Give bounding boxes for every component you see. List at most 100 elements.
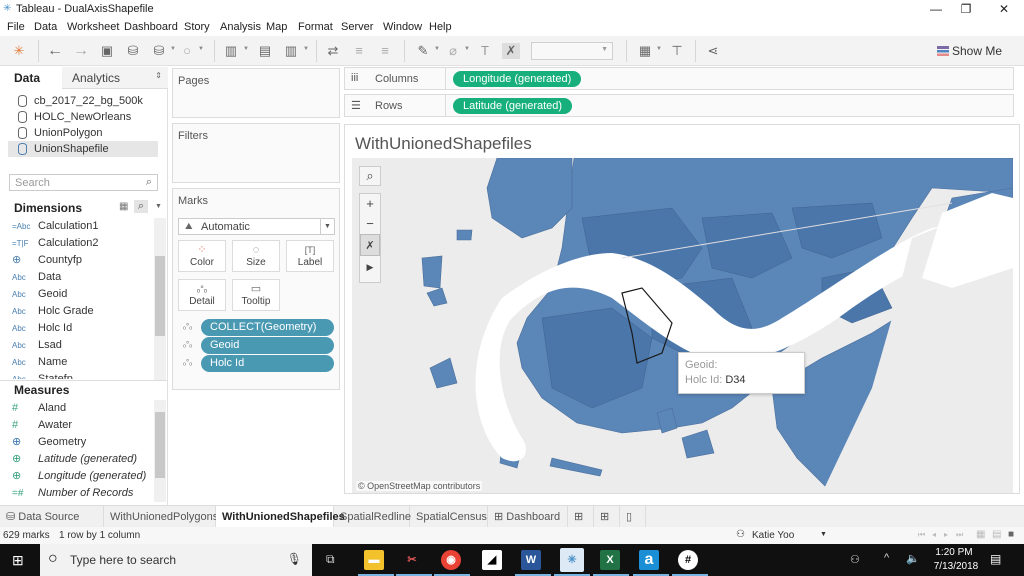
last-page-icon[interactable]: ⏭ [956,530,963,540]
chrome-icon[interactable]: ◉ [441,550,461,570]
unpin-map-button[interactable]: ✗ [360,234,380,256]
duplicate-sheet-icon[interactable]: ▤ [256,43,274,59]
pause-updates-icon[interactable]: ⛁ [150,43,168,59]
field-item[interactable]: Abc Name [0,354,154,371]
first-page-icon[interactable]: ⏮ [918,530,925,540]
redo-icon[interactable]: → [72,43,90,59]
menu-analysis[interactable]: Analysis [220,21,261,33]
datasource-item[interactable]: cb_2017_22_bg_500k [8,93,158,109]
mark-pill-row[interactable]: ₒ°ₒ Geoid [183,337,335,354]
label-button[interactable]: [T] Label [286,240,334,272]
size-button[interactable]: ◌ Size [232,240,280,272]
next-page-icon[interactable]: ▸ [944,530,948,539]
field-item[interactable]: Abc Holc Id [0,320,154,337]
refresh-icon[interactable]: ○ [178,43,196,59]
field-item[interactable]: # Aland [0,400,154,417]
tab-spatialcensus[interactable]: SpatialCensus [410,506,488,528]
grid-view-icon[interactable]: ▦ [119,201,128,212]
color-button[interactable]: ⁘ Color [178,240,226,272]
menu-dashboard[interactable]: Dashboard [124,21,178,33]
tooltip-button[interactable]: ▭ Tooltip [232,279,280,311]
menu-window[interactable]: Window [383,21,422,33]
columns-shelf[interactable]: iii Columns Longitude (generated) [344,67,1014,90]
pane-menu-icon[interactable]: ▼ [155,203,162,210]
tab-dashboard-1[interactable]: ⊞ Dashboard 1 [488,506,568,545]
map-canvas[interactable] [352,158,1013,493]
latitude-pill[interactable]: Latitude (generated) [453,98,573,114]
field-item[interactable]: Abc Data [0,269,154,286]
new-story-tab-icon[interactable]: ▯ [620,506,646,528]
tableau-home-icon[interactable]: ✳ [10,43,28,59]
clear-sheet-icon[interactable]: ▥ [282,43,300,59]
file-explorer-icon[interactable]: ▬ [364,550,384,570]
highlight-icon[interactable]: ✎ [414,43,432,59]
field-item[interactable]: ⊕ Latitude (generated) [0,451,154,468]
excel-icon[interactable]: X [600,550,620,570]
menu-data[interactable]: Data [34,21,57,33]
share-icon[interactable]: ⋖ [704,43,722,59]
snipping-tool-icon[interactable]: ✂ [402,550,422,570]
datasource-item[interactable]: UnionPolygon [8,125,158,141]
find-field-icon[interactable]: ⌕ [134,200,148,213]
map-search-button[interactable]: ⌕ [359,166,381,186]
tableau-taskbar-icon[interactable]: ✳ [560,548,584,572]
volume-icon[interactable]: 🔈 [906,552,920,565]
field-item[interactable]: Abc Geoid [0,286,154,303]
tab-data[interactable]: Data [0,67,62,89]
longitude-pill[interactable]: Longitude (generated) [453,71,582,87]
close-icon[interactable]: ✕ [984,0,1024,18]
presentation-mode-icon[interactable]: ⊤ [668,43,686,59]
zoom-out-button[interactable]: − [360,214,380,234]
windows-start-icon[interactable]: ⊞ [12,552,24,569]
cards-view-icon[interactable]: ▦ [636,43,654,59]
undo-icon[interactable]: ← [46,43,64,59]
tabs-view-icon[interactable]: ■ [1008,529,1014,540]
menu-worksheet[interactable]: Worksheet [67,21,119,33]
new-worksheet-tab-icon[interactable]: ⊞ [568,506,594,528]
menu-server[interactable]: Server [341,21,373,33]
alteryx-icon[interactable]: a [639,550,659,570]
fit-dropdown[interactable]: ▼ [531,42,613,60]
mark-type-dropdown[interactable]: ⛰ Automatic ▼ [178,218,335,235]
datasource-item-active[interactable]: UnionShapefile [8,141,158,157]
new-worksheet-icon[interactable]: ▥ [222,43,240,59]
show-labels-icon[interactable]: T [476,43,494,59]
tab-data-source[interactable]: ⛁ Data Source [0,506,104,528]
pages-card[interactable]: Pages [172,68,340,118]
field-item[interactable]: ⊕ Countyfp [0,252,154,269]
map-view[interactable]: ⌕ + − ✗ ▶ Geoid: Holc Id: D34 © OpenStre… [352,158,1013,493]
sheet-sorter-icon[interactable]: ▦ [976,529,985,540]
filmstrip-icon[interactable]: ▤ [992,529,1001,540]
tab-withunionedpolygons[interactable]: WithUnionedPolygons [104,506,218,528]
search-input[interactable]: Search ⌕ [9,174,158,191]
field-item[interactable]: Abc Holc Grade [0,303,154,320]
menu-map[interactable]: Map [266,21,287,33]
taskbar-search-input[interactable]: ○ Type here to search 🎙 [40,544,312,576]
show-hidden-icons[interactable]: ^ [884,552,889,564]
tab-analytics[interactable]: Analytics ⇕ [62,67,168,89]
swap-rows-columns-icon[interactable]: ⇄ [324,43,342,59]
field-item[interactable]: =Abc Calculation1 [0,218,154,235]
field-item[interactable]: # Awater [0,417,154,434]
filters-card[interactable]: Filters [172,123,340,183]
sort-ascending-icon[interactable]: ≡ [350,43,368,59]
field-item[interactable]: ⊕ Geometry [0,434,154,451]
tab-withunionedshapefiles[interactable]: WithUnionedShapefiles [216,506,345,528]
sticky-notes-icon[interactable]: ◢ [482,550,502,570]
prev-page-icon[interactable]: ◂ [932,530,936,539]
menu-format[interactable]: Format [298,21,333,33]
group-members-icon[interactable]: ⌀ [444,43,462,59]
rows-shelf[interactable]: ☰ Rows Latitude (generated) [344,94,1014,117]
show-me-button[interactable]: Show Me [936,44,1002,58]
field-item[interactable]: =# Number of Records [0,485,154,502]
new-datasource-icon[interactable]: ⛁ [124,43,142,59]
task-view-icon[interactable]: ⧉ [326,552,335,567]
clock-date[interactable]: 7/13/2018 [930,561,982,572]
field-item[interactable]: =T|F Calculation2 [0,235,154,252]
measures-scrollbar[interactable] [154,400,166,502]
expand-toolbar-button[interactable]: ▶ [360,256,380,278]
menu-story[interactable]: Story [184,21,210,33]
fix-axes-icon[interactable]: ✗ [502,43,520,59]
datasource-item[interactable]: HOLC_NewOrleans [8,109,158,125]
field-item[interactable]: Abc Lsad [0,337,154,354]
